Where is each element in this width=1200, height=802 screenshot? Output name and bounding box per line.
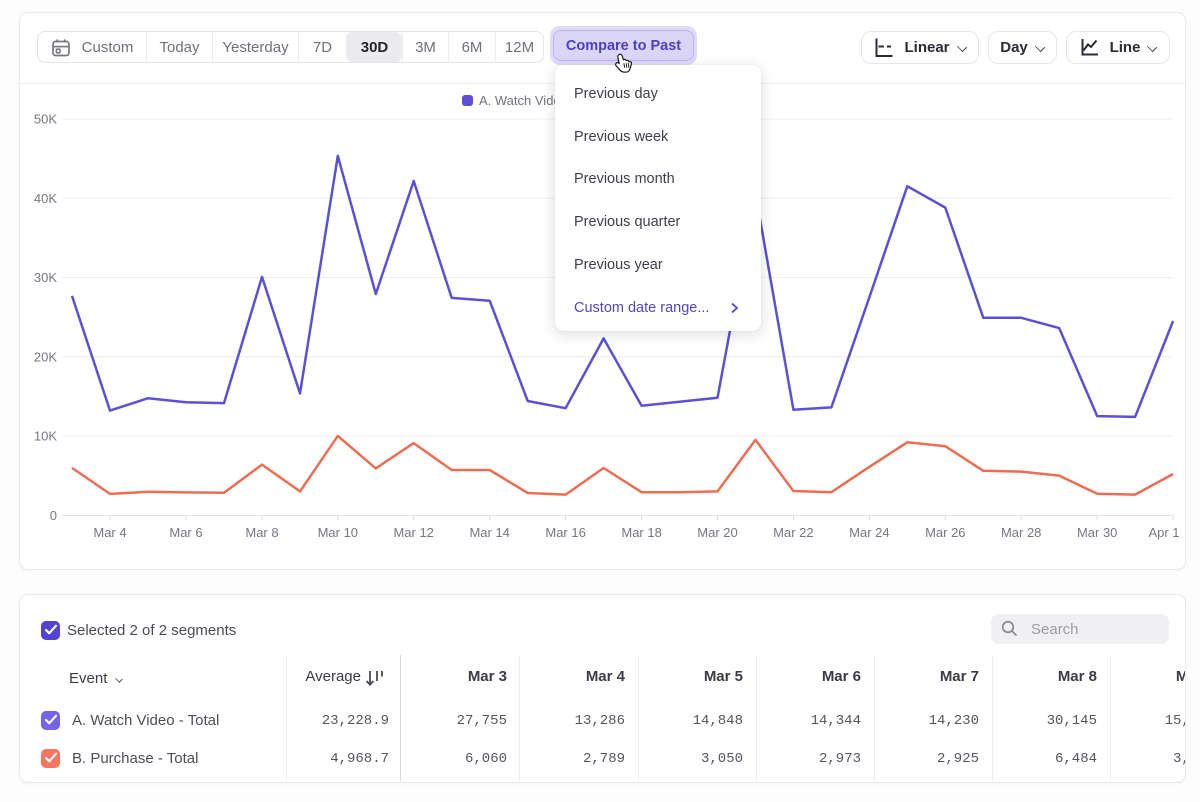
svg-text:40K: 40K [34, 191, 57, 206]
svg-text:Mar 28: Mar 28 [1001, 525, 1041, 540]
svg-text:Mar 18: Mar 18 [621, 525, 661, 540]
svg-text:50K: 50K [34, 112, 57, 127]
svg-text:Mar 4: Mar 4 [93, 525, 126, 540]
svg-text:30K: 30K [34, 270, 57, 285]
svg-text:Mar 14: Mar 14 [469, 525, 509, 540]
svg-text:Mar 16: Mar 16 [545, 525, 585, 540]
svg-text:Mar 6: Mar 6 [169, 525, 202, 540]
svg-text:Mar 24: Mar 24 [849, 525, 889, 540]
svg-text:Mar 20: Mar 20 [697, 525, 737, 540]
svg-text:20K: 20K [34, 349, 57, 364]
svg-text:Mar 10: Mar 10 [318, 525, 358, 540]
svg-text:Mar 30: Mar 30 [1077, 525, 1117, 540]
svg-text:Mar 26: Mar 26 [925, 525, 965, 540]
svg-text:Mar 8: Mar 8 [245, 525, 278, 540]
svg-text:0: 0 [50, 508, 57, 523]
svg-text:10K: 10K [34, 429, 57, 444]
svg-text:Mar 12: Mar 12 [393, 525, 433, 540]
svg-text:Mar 22: Mar 22 [773, 525, 813, 540]
svg-text:Apr 1: Apr 1 [1148, 525, 1179, 540]
